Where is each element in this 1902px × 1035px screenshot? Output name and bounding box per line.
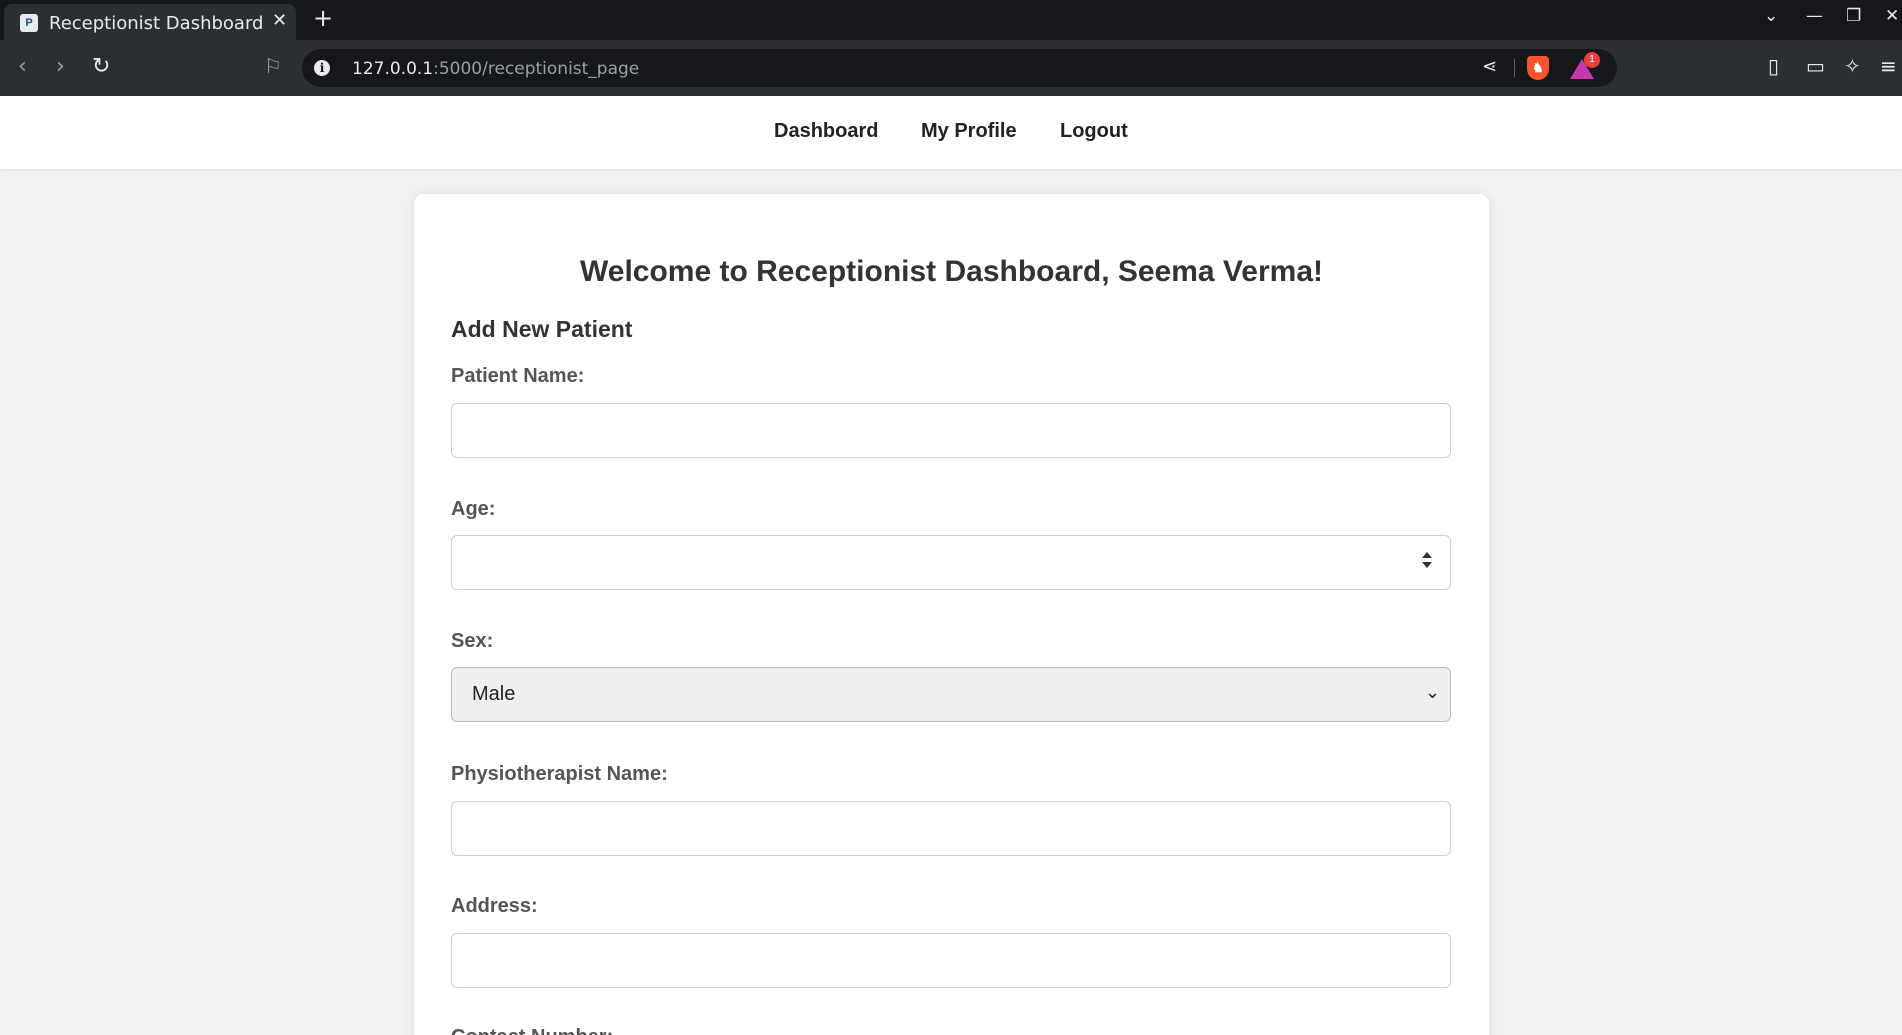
number-stepper-icon[interactable] [1422, 552, 1432, 572]
share-icon[interactable]: ⋖ [1482, 56, 1497, 77]
dashboard-card: Welcome to Receptionist Dashboard, Seema… [414, 194, 1489, 1035]
menu-icon[interactable]: ≡ [1880, 54, 1897, 78]
new-tab-icon[interactable]: + [313, 4, 333, 32]
nav-profile-link[interactable]: My Profile [921, 120, 1017, 143]
sidebar-icon[interactable]: ▯ [1768, 54, 1779, 78]
nav-logout-link[interactable]: Logout [1060, 120, 1128, 143]
bookmark-icon[interactable]: ⚐ [264, 54, 282, 78]
divider [1514, 59, 1515, 77]
close-tab-icon[interactable]: ✕ [272, 10, 287, 31]
close-window-icon[interactable]: ✕ [1885, 6, 1899, 26]
rewards-badge: 1 [1584, 52, 1600, 68]
section-title: Add New Patient [451, 316, 633, 342]
reload-icon[interactable]: ↻ [92, 54, 110, 79]
tab-title: Receptionist Dashboard [49, 13, 264, 34]
contact-label: Contact Number: [451, 1026, 613, 1035]
sex-select[interactable]: Male ⌄ [451, 667, 1451, 722]
page-title: Welcome to Receptionist Dashboard, Seema… [579, 255, 1323, 288]
physiotherapist-label: Physiotherapist Name: [451, 763, 668, 785]
nav-dashboard-link[interactable]: Dashboard [774, 120, 878, 143]
sex-label: Sex: [451, 630, 494, 652]
address-input[interactable] [451, 933, 1451, 988]
patient-name-label: Patient Name: [451, 365, 585, 387]
sex-selected-value: Male [472, 683, 516, 705]
address-bar[interactable]: i 127.0.0.1:5000/receptionist_page ⋖ ♞ 1 [302, 49, 1617, 87]
address-label: Address: [451, 895, 538, 917]
back-arrow-icon[interactable]: ‹ [18, 54, 27, 79]
site-nav: Dashboard My Profile Logout [0, 96, 1902, 169]
brave-shield-icon[interactable]: ♞ [1527, 56, 1549, 80]
restore-icon[interactable]: ❐ [1846, 6, 1861, 26]
tab-search-chevron-icon[interactable]: ⌄ [1764, 6, 1778, 26]
browser-toolbar: ‹ › ↻ ⚐ i 127.0.0.1:5000/receptionist_pa… [0, 40, 1902, 96]
minimize-icon[interactable]: — [1806, 6, 1823, 26]
patient-name-input[interactable] [451, 403, 1451, 458]
age-label: Age: [451, 498, 496, 520]
chevron-down-icon: ⌄ [1424, 682, 1440, 703]
wallet-icon[interactable]: ▭ [1806, 54, 1825, 78]
leo-ai-icon[interactable]: ✧ [1844, 54, 1861, 78]
favicon-icon: P [20, 14, 38, 32]
url-text[interactable]: 127.0.0.1:5000/receptionist_page [352, 59, 639, 79]
physiotherapist-input[interactable] [451, 801, 1451, 856]
browser-tab-strip: P Receptionist Dashboard ✕ + ⌄ — ❐ ✕ [0, 0, 1902, 40]
forward-arrow-icon[interactable]: › [56, 54, 65, 79]
browser-tab[interactable]: P Receptionist Dashboard ✕ [4, 4, 296, 40]
age-input[interactable] [451, 535, 1451, 590]
site-info-icon[interactable]: i [314, 60, 330, 76]
